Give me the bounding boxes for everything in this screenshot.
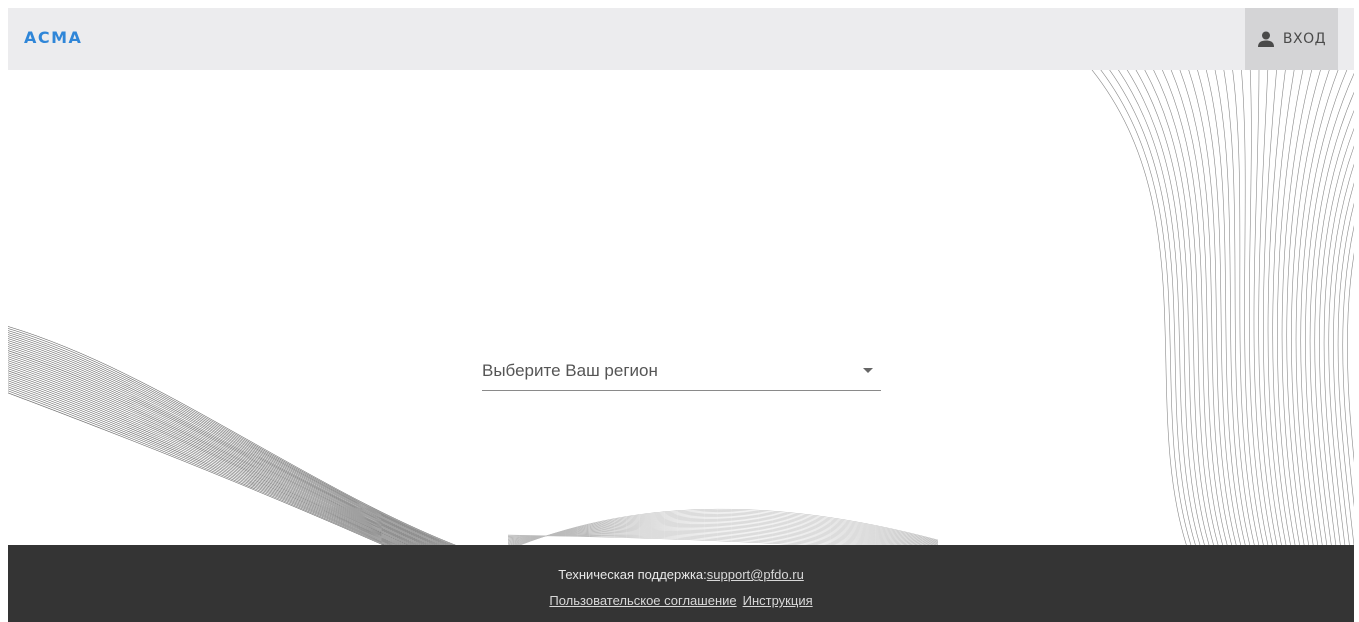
user-icon xyxy=(1257,30,1275,48)
support-email-link[interactable]: support@pfdo.ru xyxy=(707,567,804,582)
login-label: ВХОД xyxy=(1282,31,1327,47)
page-frame: АСМА ВХОД Выберите Ваш регион Техническа… xyxy=(8,8,1354,622)
footer-links: Пользовательское соглашение Инструкция xyxy=(8,593,1354,608)
decorative-waves xyxy=(8,70,1354,545)
brand-logo[interactable]: АСМА xyxy=(24,28,82,47)
main-content: Выберите Ваш регион xyxy=(8,70,1354,545)
region-select-placeholder: Выберите Ваш регион xyxy=(482,361,658,380)
region-select[interactable]: Выберите Ваш регион xyxy=(482,352,881,391)
login-button[interactable]: ВХОД xyxy=(1245,8,1338,70)
support-line: Техническая поддержка:support@pfdo.ru xyxy=(8,567,1354,582)
user-agreement-link[interactable]: Пользовательское соглашение xyxy=(549,593,736,608)
footer: Техническая поддержка:support@pfdo.ru По… xyxy=(8,545,1354,622)
dropdown-arrow-icon xyxy=(863,368,873,373)
top-bar: АСМА ВХОД xyxy=(8,8,1354,70)
support-label: Техническая поддержка: xyxy=(558,567,707,582)
instruction-link[interactable]: Инструкция xyxy=(743,593,813,608)
